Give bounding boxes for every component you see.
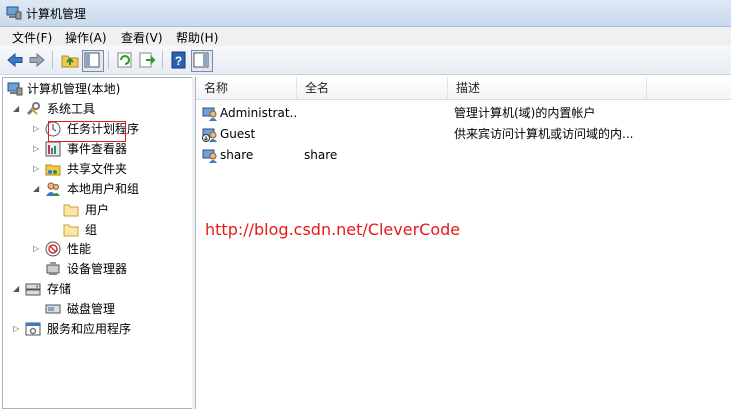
tree-item-label: 存储 [47,282,72,296]
device-manager-icon [45,261,61,277]
up-folder-icon[interactable] [60,50,80,70]
performance-icon [45,241,61,257]
services-icon [25,321,41,337]
show-hide-tree-icon[interactable] [82,50,104,72]
toolbar-separator [52,51,53,69]
selection-highlight [48,121,126,142]
window-title: 计算机管理 [26,7,87,21]
chevron-down-icon[interactable]: ◢ [13,100,23,118]
watermark-text: http://blog.csdn.net/CleverCode [205,220,461,239]
tree-item-label: 服务和应用程序 [47,322,132,336]
chevron-down-icon[interactable]: ◢ [13,280,23,298]
shared-folder-icon [45,161,61,177]
computer-management-icon [7,81,23,97]
user-name: share [220,148,254,162]
tree-item-label: 计算机管理(本地) [27,82,121,96]
menu-action[interactable]: 操作(A) [65,29,107,46]
tree-item-label: 系统工具 [47,102,96,116]
tree-item-label: 磁盘管理 [67,302,116,316]
forward-arrow-icon[interactable] [27,50,47,70]
event-viewer-icon [45,141,61,157]
tree-item-label: 本地用户和组 [67,182,140,196]
tree-item-label: 组 [85,223,98,237]
table-row[interactable]: Administrat... 管理计算机(域)的内置帐户 [196,103,731,124]
computer-management-icon [6,5,22,24]
refresh-icon[interactable] [115,50,135,70]
user-name: Guest [220,127,256,141]
tree-item-label: 用户 [85,203,110,217]
folder-icon [63,222,79,238]
toolbar-separator [108,51,109,69]
column-header-fullname[interactable]: 全名 [297,77,448,100]
tree-item-label: 共享文件夹 [67,162,128,176]
chevron-right-icon[interactable]: ▷ [33,140,43,158]
chevron-right-icon[interactable]: ▷ [13,320,23,338]
table-row[interactable]: share share [196,145,731,166]
user-name: Administrat... [220,106,298,120]
back-arrow-icon[interactable] [5,50,25,70]
folder-icon [63,202,79,218]
tools-icon [25,101,41,117]
chevron-right-icon[interactable]: ▷ [33,160,43,178]
column-header-description[interactable]: 描述 [448,77,647,100]
user-list: 名称 全名 描述 Administrat... 管理计算机(域)的内置帐户 Gu… [195,77,731,409]
export-list-icon[interactable] [137,50,157,70]
menu-help[interactable]: 帮助(H) [176,29,218,46]
svg-text:?: ? [175,54,182,68]
tree-item-label: 设备管理器 [67,262,128,276]
chevron-down-icon[interactable]: ◢ [33,180,43,198]
tree-item-label: 事件查看器 [67,142,128,156]
menu-file[interactable]: 文件(F) [12,29,52,46]
help-icon[interactable]: ? [169,50,189,70]
table-row[interactable]: Guest 供来宾访问计算机或访问域的内... [196,124,731,145]
user-description: 供来宾访问计算机或访问域的内... [454,127,634,141]
users-icon [45,181,61,197]
column-header-name[interactable]: 名称 [196,77,297,100]
disk-icon [45,301,61,317]
chevron-right-icon[interactable]: ▷ [33,120,43,138]
menu-view[interactable]: 查看(V) [121,29,163,46]
user-icon [202,147,218,170]
chevron-right-icon[interactable]: ▷ [33,240,43,258]
tree-item-label: 性能 [67,242,92,256]
user-fullname: share [304,148,338,162]
column-header-filler [647,77,731,100]
action-pane-icon[interactable] [191,50,213,72]
menu-bar: 文件(F) 操作(A) 查看(V) 帮助(H) [0,27,731,46]
user-description: 管理计算机(域)的内置帐户 [454,106,596,120]
toolbar-separator [162,51,163,69]
storage-icon [25,281,41,297]
toolbar: ? [0,46,731,75]
title-bar: 计算机管理 [0,0,731,27]
